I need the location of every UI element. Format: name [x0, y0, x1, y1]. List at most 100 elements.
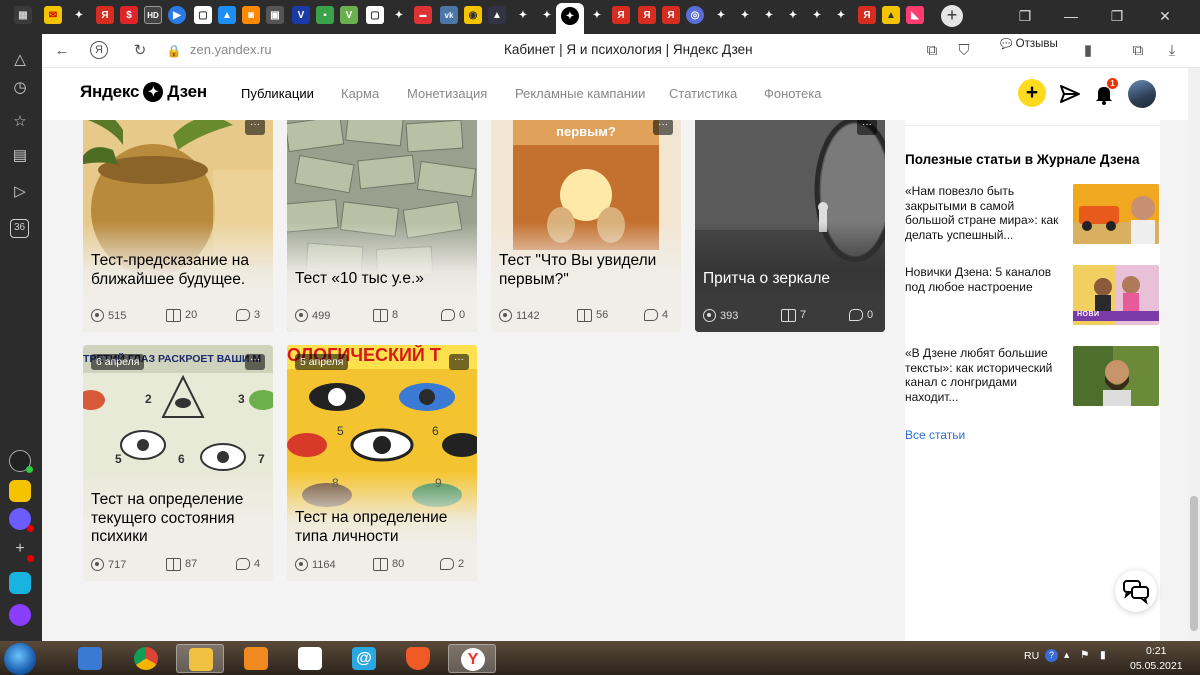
card-title[interactable]: Тест на определение текущего состояния п…: [91, 491, 267, 547]
document-tab-icon[interactable]: ▢: [194, 6, 212, 24]
orange-tab-icon[interactable]: ◙: [242, 6, 260, 24]
active-tab[interactable]: ✦: [556, 3, 584, 34]
taskbar-chrome[interactable]: [122, 644, 170, 673]
yandex-home-icon[interactable]: Я: [90, 41, 108, 59]
publication-card[interactable]: 2 3 5 6 7 ТРЕТИЙ ГЛАЗ РАСКРОЕТ ВАШИ М 6 …: [83, 345, 273, 581]
publication-card[interactable]: первым? ··· Тест "Что Вы увидели первым?…: [491, 120, 681, 332]
language-indicator[interactable]: RU: [1024, 650, 1039, 662]
zen-tab-icon-10[interactable]: ✦: [808, 6, 826, 24]
yandex-tab-icon[interactable]: Я: [96, 6, 114, 24]
play-tab-icon[interactable]: ▶: [168, 6, 186, 24]
zen-tab-icon-11[interactable]: ✦: [832, 6, 850, 24]
mail-tab-icon[interactable]: ✉: [44, 6, 62, 24]
restore-button[interactable]: ❐: [1104, 5, 1130, 27]
circle-tab-icon[interactable]: ◎: [686, 6, 704, 24]
video-icon[interactable]: ▷: [10, 182, 30, 202]
card-title[interactable]: Тест "Что Вы увидели первым?": [499, 252, 675, 289]
nav-karma[interactable]: Карма: [341, 86, 379, 101]
all-articles-link[interactable]: Все статьи: [905, 428, 965, 442]
extensions-icon[interactable]: ⧉: [1128, 41, 1148, 61]
page-scrollbar[interactable]: [1188, 68, 1200, 641]
article-item[interactable]: «Нам повезло быть закрытыми в самой боль…: [905, 184, 1160, 246]
collections-icon[interactable]: ▤: [10, 146, 30, 166]
taskbar-video[interactable]: [232, 644, 280, 673]
clock-time[interactable]: 0:21: [1146, 645, 1166, 657]
card-title[interactable]: Тест «10 тыс у.е.»: [295, 270, 471, 289]
nav-statistics[interactable]: Статистика: [669, 86, 737, 101]
network-icon[interactable]: ▮: [1100, 649, 1106, 661]
download-icon[interactable]: ⤓: [1162, 41, 1182, 61]
page-tab-icon[interactable]: ▢: [366, 6, 384, 24]
card-title[interactable]: Тест-предсказание на ближайшее будущее.: [91, 252, 267, 289]
card-menu-button[interactable]: ···: [245, 120, 265, 135]
alice-icon[interactable]: [9, 604, 31, 626]
nav-ad-campaigns[interactable]: Рекламные кампании: [515, 86, 645, 101]
zen-tab-icon-5[interactable]: ✦: [588, 6, 606, 24]
card-menu-button[interactable]: ···: [653, 120, 673, 135]
publication-card[interactable]: 5 6 8 9 ОЛОГИЧЕСКИЙ Т 5 апреля ··· Тест …: [287, 345, 477, 581]
publication-card[interactable]: ··· Притча о зеркале 393 7 0: [695, 120, 885, 332]
back-arrow-icon[interactable]: ←: [52, 41, 72, 61]
zen-logo[interactable]: Яндекс ✦ Дзен: [80, 82, 207, 102]
bookmark-icon[interactable]: ▮: [1078, 41, 1098, 61]
taskbar-yandex-browser[interactable]: Y: [448, 644, 496, 673]
drive-tab-icon[interactable]: ▲: [218, 6, 236, 24]
reviews-button[interactable]: 💬 Отзывы: [1000, 38, 1058, 50]
start-button[interactable]: [4, 643, 36, 675]
article-item[interactable]: Новички Дзена: 5 каналов под любое настр…: [905, 265, 1160, 327]
nav-monetization[interactable]: Монетизация: [407, 86, 487, 101]
taskbar-explorer[interactable]: [176, 644, 224, 673]
scroll-thumb[interactable]: [1190, 496, 1198, 631]
minimize-button[interactable]: —: [1058, 5, 1084, 27]
image-tab-icon[interactable]: ▣: [266, 6, 284, 24]
zen-tab-icon-6[interactable]: ✦: [712, 6, 730, 24]
green-tab-icon[interactable]: ▪: [316, 6, 334, 24]
add-dock-icon[interactable]: +: [9, 538, 34, 562]
send-dock-icon[interactable]: [9, 572, 31, 594]
grid-icon[interactable]: ▦: [14, 6, 32, 24]
article-text[interactable]: «Нам повезло быть закрытыми в самой боль…: [905, 184, 1063, 242]
tabs-icon[interactable]: ❐: [1012, 5, 1038, 27]
video-tab-icon[interactable]: ▬: [414, 6, 432, 24]
flag-icon[interactable]: ⚑: [1080, 649, 1089, 661]
avatar[interactable]: [1128, 80, 1156, 108]
help-icon[interactable]: ?: [1045, 649, 1058, 662]
yandex-tab-icon-2[interactable]: Я: [612, 6, 630, 24]
reload-icon[interactable]: ↻: [130, 41, 150, 61]
close-window-button[interactable]: ✕: [1152, 5, 1178, 27]
photo-tab-icon[interactable]: ▲: [488, 6, 506, 24]
card-title[interactable]: Тест на определение типа личности: [295, 509, 471, 546]
article-text[interactable]: «В Дзене любят большие тексты»: как исто…: [905, 346, 1063, 404]
zen-tab-icon-2[interactable]: ✦: [390, 6, 408, 24]
history-icon[interactable]: ◷: [10, 78, 30, 98]
card-menu-button[interactable]: ···: [449, 354, 469, 370]
pink-tab-icon[interactable]: ◣: [906, 6, 924, 24]
zen-tab-icon-8[interactable]: ✦: [760, 6, 778, 24]
record-icon[interactable]: [9, 450, 33, 473]
card-title[interactable]: Притча о зеркале: [703, 270, 879, 289]
hd-tab-icon[interactable]: HD: [144, 6, 162, 24]
clock-date[interactable]: 05.05.2021: [1130, 660, 1183, 672]
zen-tab-icon-9[interactable]: ✦: [784, 6, 802, 24]
counter-badge[interactable]: 36: [10, 219, 29, 238]
taskbar-brave[interactable]: [394, 644, 442, 673]
lock-icon[interactable]: 🔒: [164, 41, 184, 61]
yandex-tab-icon-4[interactable]: Я: [662, 6, 680, 24]
zen-tab-icon-3[interactable]: ✦: [514, 6, 532, 24]
article-text[interactable]: Новички Дзена: 5 каналов под любое настр…: [905, 265, 1063, 294]
zen-tab-icon-7[interactable]: ✦: [736, 6, 754, 24]
v-green-tab-icon[interactable]: V: [340, 6, 358, 24]
yandex-tab-icon-3[interactable]: Я: [638, 6, 656, 24]
vk-tab-icon[interactable]: vk: [440, 6, 458, 24]
picture-tab-icon[interactable]: ▲: [882, 6, 900, 24]
v-tab-icon[interactable]: V: [292, 6, 310, 24]
publication-card[interactable]: ··· Тест-предсказание на ближайшее будущ…: [83, 120, 273, 332]
bell-sidebar-icon[interactable]: △: [10, 50, 30, 70]
new-tab-button[interactable]: +: [941, 5, 963, 27]
yandex-tab-icon-5[interactable]: Я: [858, 6, 876, 24]
yellow-tab-icon[interactable]: ◉: [464, 6, 482, 24]
url-text[interactable]: zen.yandex.ru: [190, 42, 272, 57]
article-item[interactable]: «В Дзене любят большие тексты»: как исто…: [905, 346, 1160, 408]
taskbar-mail[interactable]: @: [340, 644, 388, 673]
card-menu-button[interactable]: ···: [857, 120, 877, 135]
